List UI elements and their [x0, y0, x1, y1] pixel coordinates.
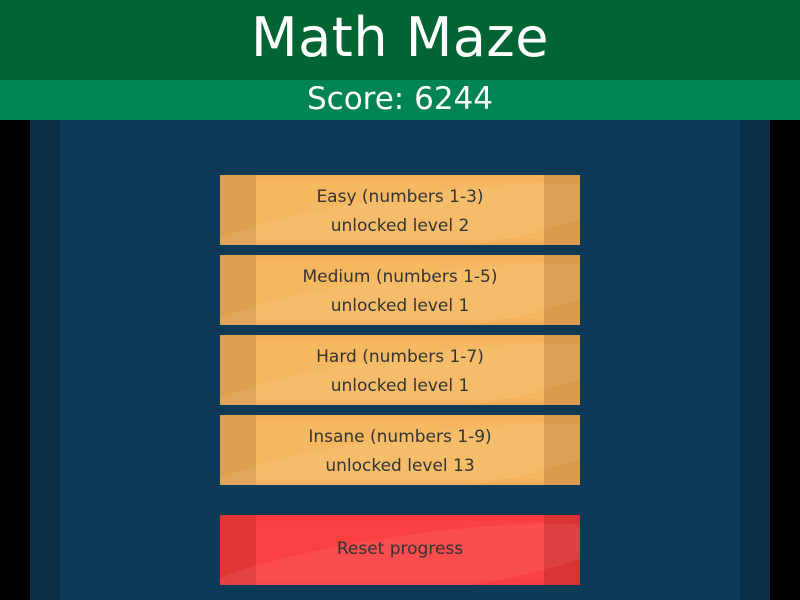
difficulty-name: Insane (numbers 1-9) — [308, 427, 492, 447]
game-title: Math Maze — [251, 6, 549, 69]
unlocked-level-text: unlocked level 13 — [325, 456, 475, 476]
insane-level-button[interactable]: Insane (numbers 1-9) unlocked level 13 — [220, 415, 580, 485]
reset-progress-button[interactable]: Reset progress — [220, 515, 580, 585]
hard-level-button[interactable]: Hard (numbers 1-7) unlocked level 1 — [220, 335, 580, 405]
medium-level-button[interactable]: Medium (numbers 1-5) unlocked level 1 — [220, 255, 580, 325]
button-label: Hard (numbers 1-7) unlocked level 1 — [220, 343, 580, 401]
unlocked-level-text: unlocked level 1 — [330, 296, 470, 316]
difficulty-name: Medium (numbers 1-5) — [302, 267, 498, 287]
easy-level-button[interactable]: Easy (numbers 1-3) unlocked level 2 — [220, 175, 580, 245]
unlocked-level-text: unlocked level 2 — [330, 216, 470, 236]
difficulty-name: Hard (numbers 1-7) — [316, 347, 484, 367]
button-label: Reset progress — [336, 539, 464, 559]
unlocked-level-text: unlocked level 1 — [330, 376, 470, 396]
difficulty-name: Easy (numbers 1-3) — [316, 187, 484, 207]
button-label: Easy (numbers 1-3) unlocked level 2 — [220, 183, 580, 241]
score-bar: Score: 6244 — [0, 80, 800, 120]
score-label: Score: 6244 — [306, 81, 493, 117]
title-bar: Math Maze — [0, 0, 800, 80]
button-label: Insane (numbers 1-9) unlocked level 13 — [220, 423, 580, 481]
button-label: Medium (numbers 1-5) unlocked level 1 — [220, 263, 580, 321]
